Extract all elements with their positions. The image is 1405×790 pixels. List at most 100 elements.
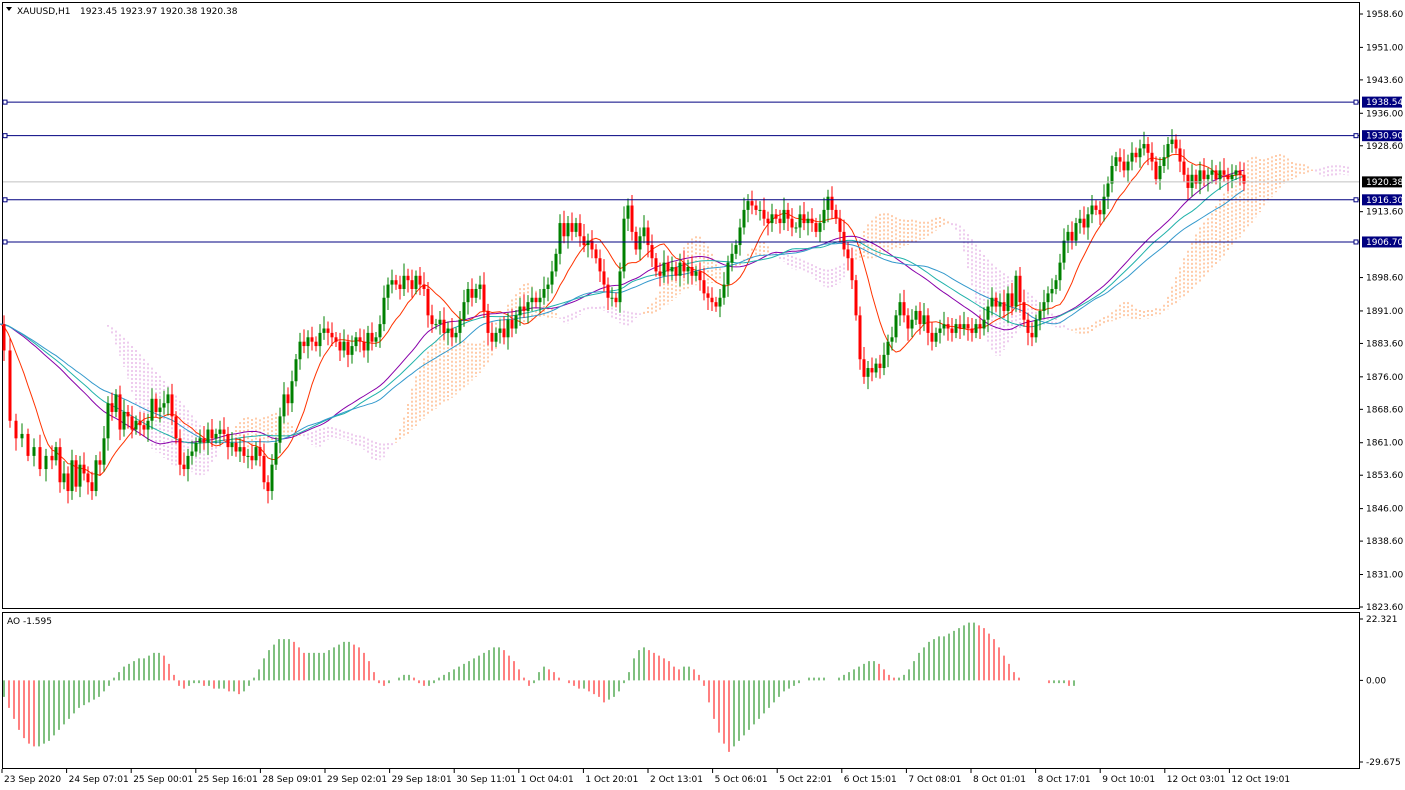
candle-body: [154, 398, 158, 412]
candle-body: [62, 473, 66, 483]
candle-body: [1090, 205, 1094, 215]
candle-body: [1086, 214, 1090, 228]
candle-body: [598, 258, 602, 272]
candle-body: [398, 284, 402, 289]
candle-body: [674, 267, 678, 276]
candle-body: [1050, 288, 1054, 294]
candle-body: [1178, 148, 1182, 162]
candle-body: [78, 464, 82, 487]
candle-body: [758, 209, 762, 211]
price-tick-label: 1958.60: [1366, 10, 1403, 20]
candle-body: [742, 209, 746, 228]
line-handle: [1353, 239, 1359, 245]
candle-body: [1190, 174, 1194, 188]
candle-body: [730, 253, 734, 263]
candle-body: [318, 332, 322, 347]
candle-body: [494, 332, 498, 342]
candle-body: [682, 262, 686, 272]
candle-body: [182, 464, 186, 470]
candle-body: [114, 394, 118, 412]
candle-body: [1206, 174, 1210, 180]
candle-body: [878, 363, 882, 369]
candle-body: [858, 315, 862, 360]
candle-body: [810, 218, 814, 224]
candle-body: [922, 315, 926, 325]
candle-body: [714, 302, 718, 307]
candle-body: [622, 218, 626, 272]
candle-body: [782, 209, 786, 224]
candle-body: [862, 359, 866, 377]
candle-body: [570, 223, 574, 232]
candle-body: [514, 315, 518, 329]
candle-body: [222, 429, 226, 434]
candle-body: [1110, 165, 1114, 184]
candle-body: [66, 473, 70, 492]
candle-body: [890, 337, 894, 342]
candle-body: [134, 420, 138, 430]
candle-body: [746, 201, 750, 210]
candle-body: [1022, 302, 1026, 320]
candle-body: [754, 205, 758, 210]
time-tick-label: 2 Oct 13:01: [650, 775, 703, 785]
candle-body: [470, 288, 474, 298]
candle-body: [186, 455, 190, 470]
candle-body: [198, 438, 202, 443]
candle-body: [722, 284, 726, 298]
price-tick-label: 1831.00: [1366, 570, 1403, 580]
price-tick-label: 1891.00: [1366, 307, 1403, 317]
candle-body: [218, 429, 222, 434]
candle-body: [434, 324, 438, 326]
candle-body: [594, 249, 598, 259]
candle-body: [818, 223, 822, 232]
candle-body: [934, 332, 938, 342]
candle-body: [1186, 174, 1190, 188]
time-tick-label: 30 Sep 11:01: [456, 775, 516, 785]
time-tick-label: 29 Sep 02:01: [327, 775, 387, 785]
ao-tick-label: 22.321: [1366, 615, 1398, 625]
candle-body: [1078, 218, 1082, 224]
candle-body: [214, 433, 218, 439]
candle-body: [1006, 293, 1010, 311]
candle-body: [954, 324, 958, 333]
price-chart[interactable]: 1938.54 1930.90 1916.30 1906.70 1920.38 1958…: [0, 0, 1405, 790]
candle-body: [734, 245, 738, 254]
candle-body: [1082, 218, 1086, 228]
candle-body: [150, 398, 154, 421]
candle-body: [1038, 310, 1042, 320]
candle-body: [122, 411, 126, 430]
candle-body: [522, 306, 526, 311]
candle-body: [146, 420, 150, 430]
candle-body: [606, 284, 610, 298]
line-price-label: 1930.90: [1366, 132, 1403, 142]
candle-body: [834, 209, 838, 219]
candle-body: [44, 455, 48, 470]
candle-body: [966, 324, 970, 329]
candle-body: [1158, 165, 1162, 180]
candle-body: [1170, 139, 1174, 145]
candle-body: [334, 337, 338, 342]
price-tick-label: 1898.60: [1366, 274, 1403, 284]
candle-body: [974, 324, 978, 333]
candle-body: [642, 227, 646, 237]
candle-body: [550, 271, 554, 285]
time-tick-label: 6 Oct 15:01: [844, 775, 897, 785]
candle-body: [846, 249, 850, 259]
candle-body: [1222, 170, 1226, 175]
time-tick-label: 28 Sep 09:01: [262, 775, 322, 785]
time-tick-label: 25 Sep 16:01: [198, 775, 258, 785]
candle-body: [1174, 139, 1178, 149]
candle-body: [426, 288, 430, 316]
line-price-label: 1916.30: [1366, 196, 1403, 206]
candle-body: [542, 288, 546, 298]
candle-body: [110, 403, 114, 412]
time-tick-label: 1 Oct 04:01: [521, 775, 574, 785]
candle-body: [762, 209, 766, 219]
candle-body: [450, 328, 454, 338]
candle-body: [166, 394, 170, 404]
candle-body: [838, 218, 842, 232]
candle-body: [690, 267, 694, 276]
candle-body: [1030, 332, 1034, 338]
candle-body: [678, 262, 682, 276]
candle-body: [258, 447, 262, 456]
candle-body: [610, 297, 614, 299]
